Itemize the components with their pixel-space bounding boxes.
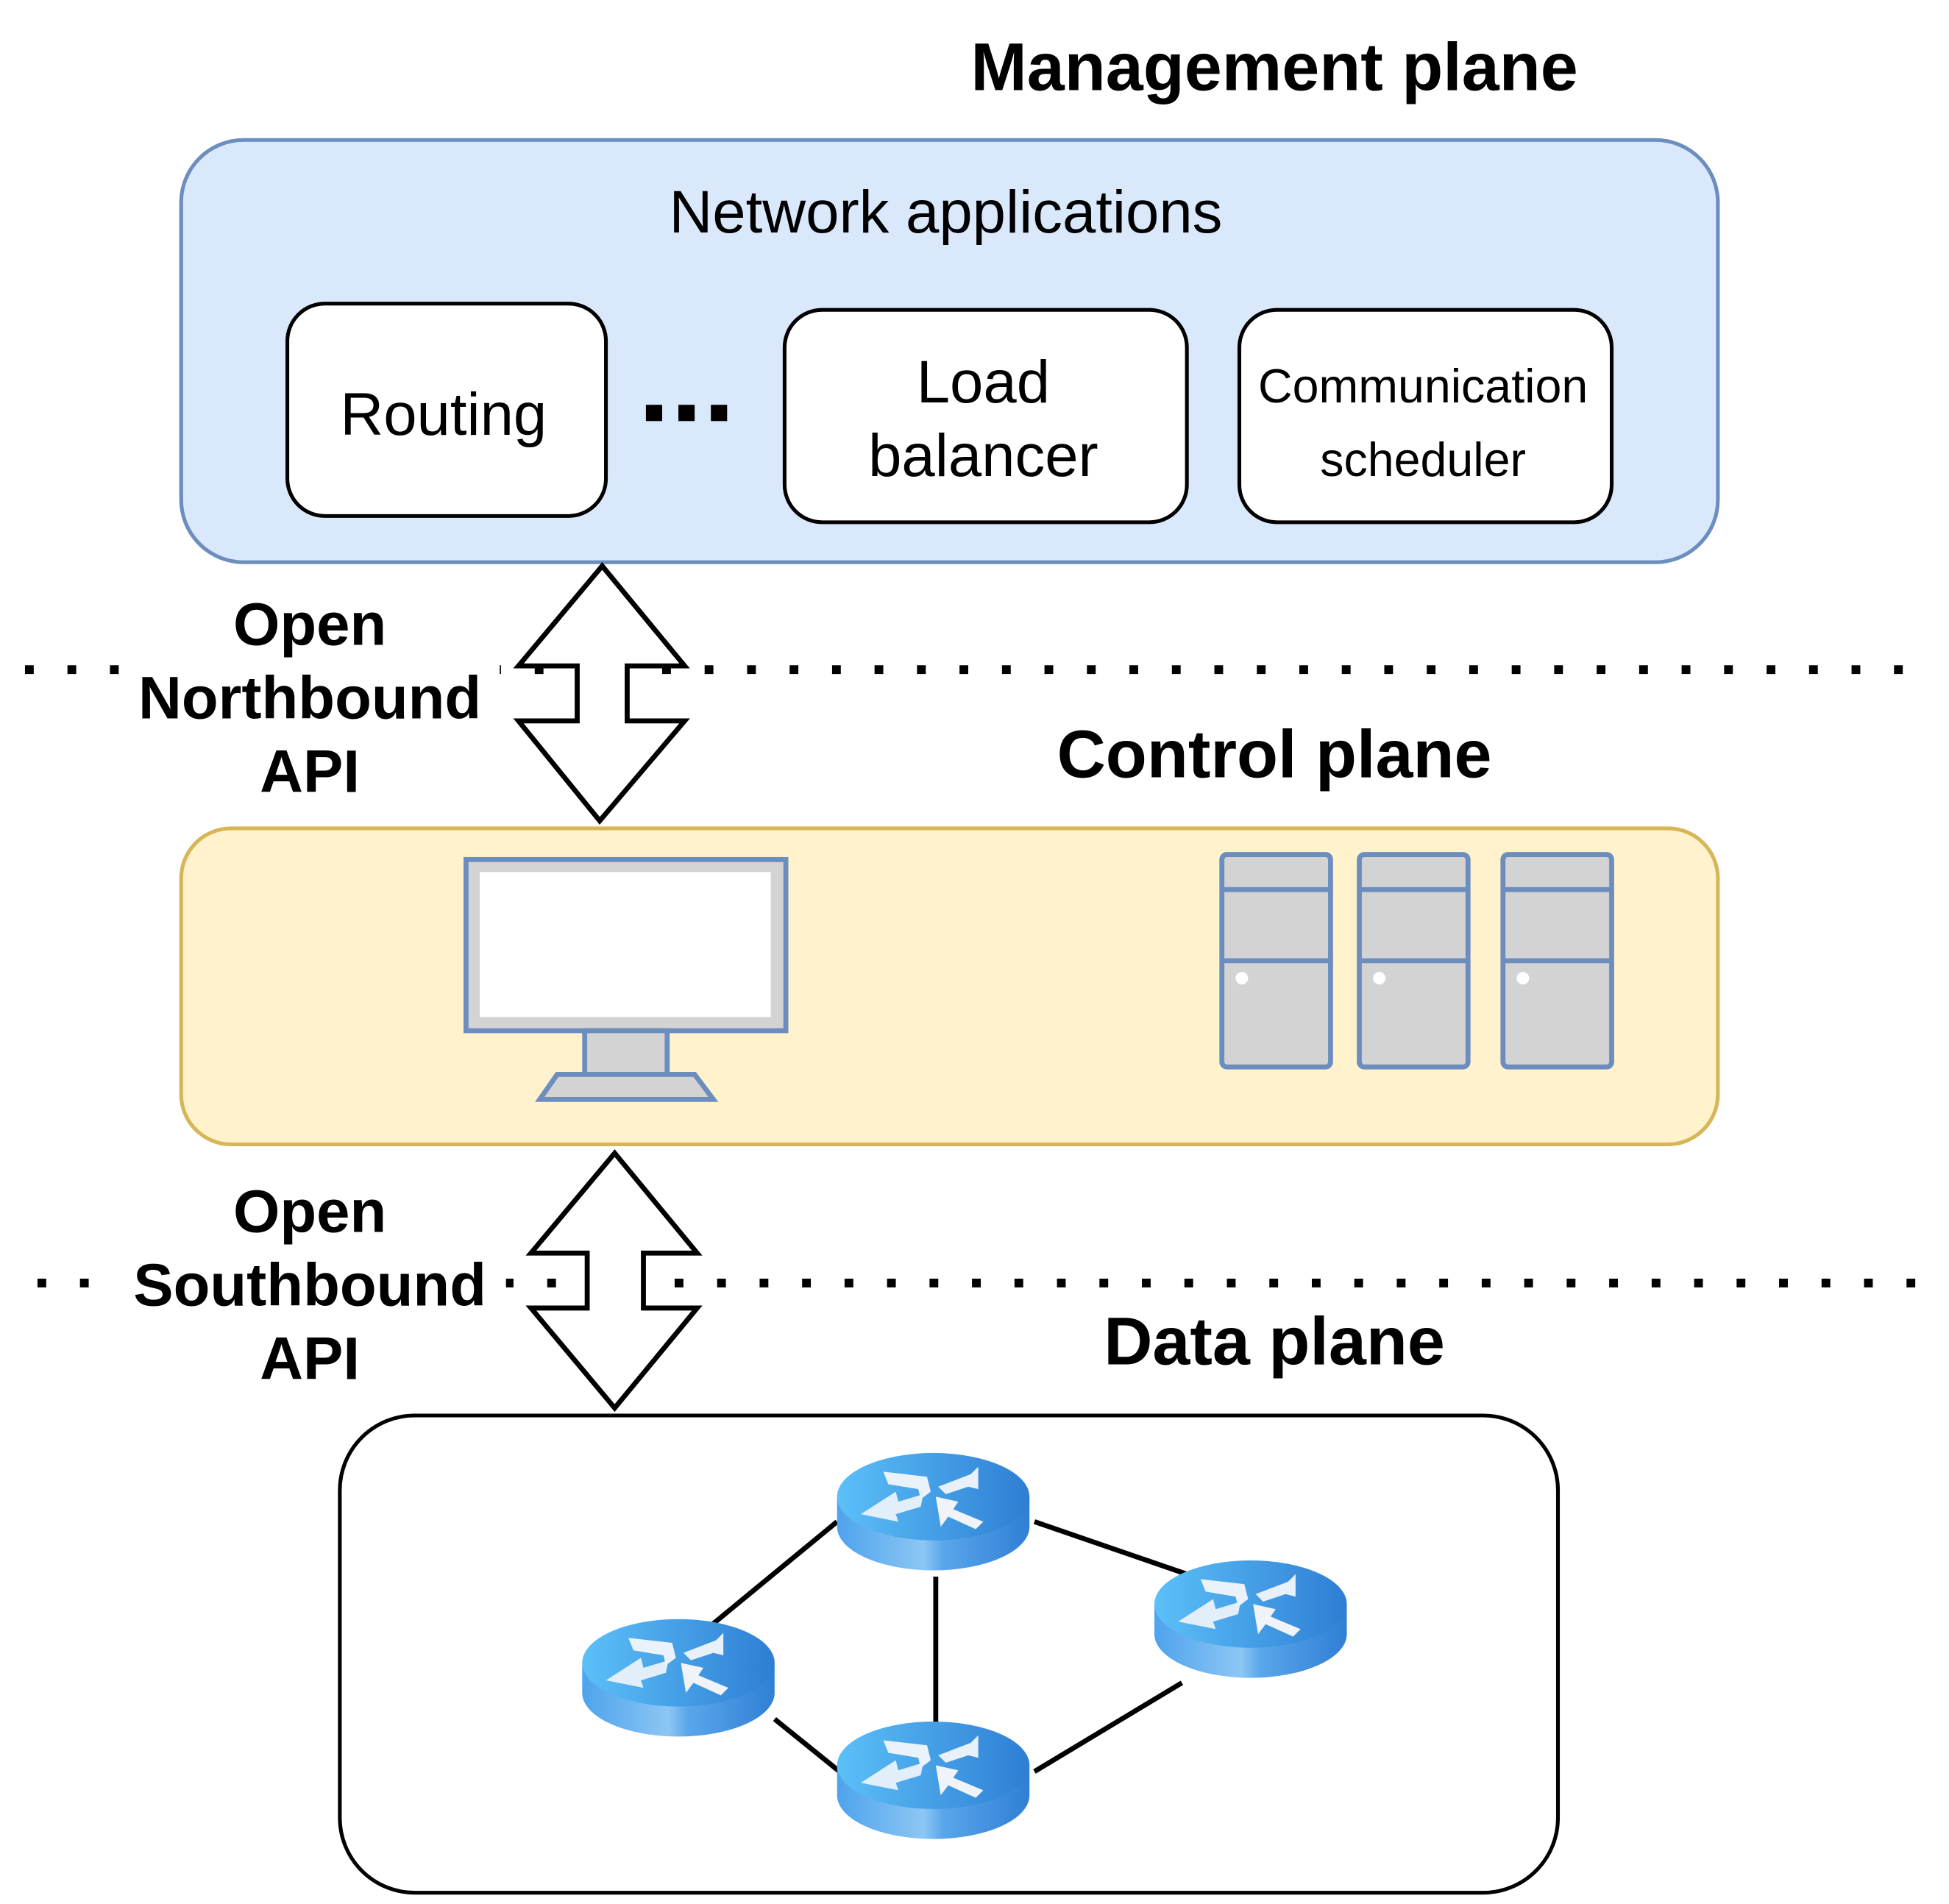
app-label: Routing xyxy=(340,381,547,448)
network-applications-label: Network applications xyxy=(669,179,1222,246)
app-label: balancer xyxy=(868,422,1098,489)
server-icon xyxy=(1503,855,1612,1068)
ellipsis-dots xyxy=(645,405,728,422)
router-icon xyxy=(837,1452,1030,1571)
northbound-label: Open xyxy=(233,591,386,658)
southbound-label: API xyxy=(260,1326,360,1393)
app-label: Communication xyxy=(1258,360,1588,413)
data-plane-title: Data plane xyxy=(1104,1304,1445,1379)
southbound-label: Southbound xyxy=(133,1252,486,1319)
northbound-label: API xyxy=(260,739,360,806)
control-plane-box xyxy=(179,826,1720,1147)
sdn-architecture-diagram: Management plane Network applications Ro… xyxy=(24,29,1943,1895)
northbound-double-arrow-icon xyxy=(513,561,690,825)
app-load-balancer: Load balancer xyxy=(782,308,1189,525)
management-plane-title: Management plane xyxy=(970,29,1577,104)
control-plane-title: Control plane xyxy=(1057,717,1492,792)
northbound-label: Northbound xyxy=(138,664,481,731)
app-label: Load xyxy=(917,349,1050,416)
server-icon xyxy=(1222,855,1331,1068)
server-icon xyxy=(1360,855,1469,1068)
app-communication-scheduler: Communication scheduler xyxy=(1237,308,1614,525)
southbound-label: Open xyxy=(233,1178,386,1245)
router-icon xyxy=(1154,1560,1347,1678)
router-icon xyxy=(837,1722,1030,1839)
app-label: scheduler xyxy=(1320,433,1526,486)
app-routing: Routing xyxy=(285,302,608,518)
router-icon xyxy=(582,1619,775,1737)
